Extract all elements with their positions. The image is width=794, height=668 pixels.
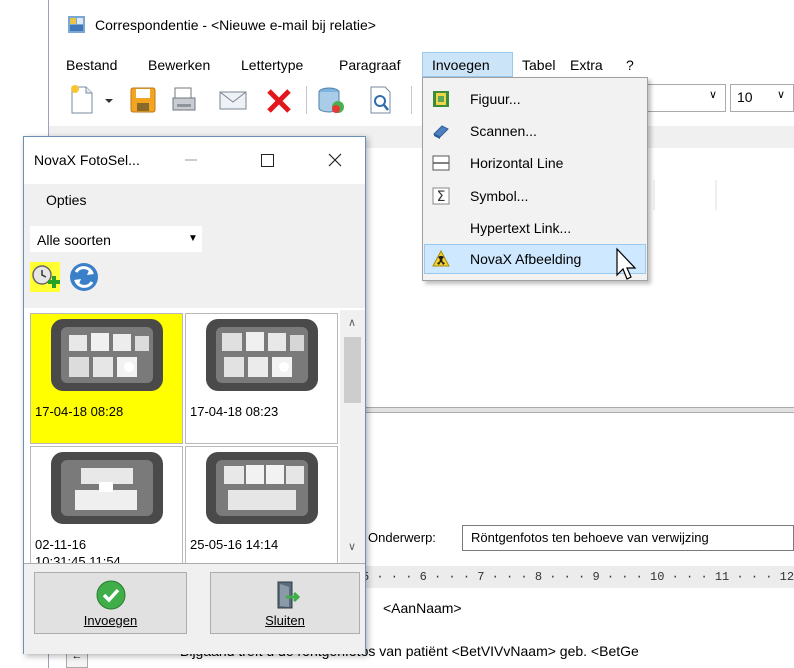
menu-item-novax-afbeelding[interactable]: NovaX Afbeelding <box>424 244 646 274</box>
toolbar-separator <box>306 86 307 114</box>
minimize-icon[interactable] <box>176 148 206 172</box>
checkmark-icon <box>95 579 127 611</box>
menu-item-label: Hypertext Link... <box>470 220 572 236</box>
menu-item-symbol[interactable]: Σ Symbol... <box>424 181 646 211</box>
database-icon[interactable] <box>316 84 346 116</box>
scrollbar-thumb[interactable] <box>344 337 361 403</box>
exit-door-icon <box>270 579 302 611</box>
menu-item-label: Scannen... <box>470 123 537 139</box>
chevron-down-icon: ∨ <box>708 89 717 101</box>
splitter[interactable] <box>360 407 794 413</box>
menu-item-hypertext-link[interactable]: Hypertext Link... <box>424 213 646 243</box>
menu-lettertype[interactable]: Lettertype <box>241 55 303 75</box>
thumbnail-date: 02-11-16 <box>35 537 87 552</box>
xray-image <box>206 319 318 391</box>
new-document-icon[interactable] <box>68 84 98 116</box>
menu-item-horizontal-line[interactable]: Horizontal Line <box>424 148 646 178</box>
maximize-icon[interactable] <box>253 148 283 172</box>
menu-help[interactable]: ? <box>626 55 634 75</box>
menu-bestand[interactable]: Bestand <box>66 55 117 75</box>
print-preview-icon[interactable] <box>366 84 396 116</box>
subject-input[interactable]: Röntgenfotos ten behoeve van verwijzing <box>462 525 794 551</box>
font-size-select[interactable]: 10 ∨ <box>730 84 794 112</box>
thumbnail-date: 25-05-16 14:14 <box>190 537 279 552</box>
email-icon[interactable] <box>218 84 248 116</box>
menu-item-label: Figuur... <box>470 91 521 107</box>
svg-text:Σ: Σ <box>437 189 446 205</box>
dropdown-arrow-icon[interactable]: ▼ <box>184 226 202 252</box>
scroll-up-icon[interactable]: ∧ <box>342 314 362 332</box>
thumbnail-item[interactable]: 02-11-16 10:31:45 11:54 <box>30 446 183 564</box>
chevron-down-icon: ∨ <box>776 89 785 101</box>
horizontal-line-icon <box>432 154 450 172</box>
menu-invoegen[interactable]: Invoegen <box>432 55 490 75</box>
close-icon[interactable] <box>320 148 350 172</box>
xray-image <box>51 319 163 391</box>
close-button-label: Sluiten <box>265 613 305 628</box>
filter-select[interactable]: Alle soorten <box>30 226 202 252</box>
add-image-icon[interactable] <box>28 258 62 296</box>
xray-image <box>51 452 163 524</box>
insert-button[interactable]: Invoegen <box>34 572 187 634</box>
save-icon[interactable] <box>128 84 158 116</box>
subject-label: Onderwerp: <box>368 530 436 545</box>
menu-item-figuur[interactable]: Figuur... <box>424 84 646 114</box>
thumbnail-item[interactable]: 17-04-18 08:28 <box>30 313 183 444</box>
close-button[interactable]: Sluiten <box>210 572 360 634</box>
scanner-icon <box>432 122 450 140</box>
thumbnail-item[interactable]: 25-05-16 14:14 <box>185 446 338 564</box>
app-icon <box>68 16 85 33</box>
delete-icon[interactable] <box>264 84 294 116</box>
window-title: Correspondentie - <Nieuwe e-mail bij rel… <box>95 17 376 33</box>
foto-selector-title: NovaX FotoSel... <box>34 152 140 168</box>
toolbar-separator <box>411 86 412 114</box>
thumbnail-date: 17-04-18 08:28 <box>35 404 124 419</box>
novax-radiation-icon <box>432 249 450 268</box>
thumbnail-item[interactable]: 17-04-18 08:23 <box>185 313 338 444</box>
font-size-value: 10 <box>737 89 753 105</box>
greeting-text[interactable]: <AanNaam> <box>383 600 462 616</box>
picture-icon <box>432 90 450 108</box>
print-icon[interactable] <box>170 84 200 116</box>
symbol-icon: Σ <box>432 187 450 205</box>
insert-button-label: Invoegen <box>83 613 138 628</box>
thumbnail-date: 17-04-18 08:23 <box>190 404 279 419</box>
mouse-pointer-icon <box>614 247 640 287</box>
menu-opties[interactable]: Opties <box>46 192 86 208</box>
menu-item-label: Symbol... <box>470 188 529 204</box>
menu-item-label: Horizontal Line <box>470 155 564 171</box>
refresh-icon[interactable] <box>66 258 102 296</box>
document-ruler: 5 · · · 6 · · · 7 · · · 8 · · · 9 · · · … <box>362 566 794 588</box>
menu-bewerken[interactable]: Bewerken <box>148 55 210 75</box>
menu-item-scannen[interactable]: Scannen... <box>424 116 646 146</box>
menu-item-label: NovaX Afbeelding <box>470 251 582 267</box>
scroll-down-icon[interactable]: ∨ <box>342 538 362 556</box>
menu-tabel[interactable]: Tabel <box>522 55 555 75</box>
menu-extra[interactable]: Extra <box>570 55 603 75</box>
menu-paragraaf[interactable]: Paragraaf <box>339 55 400 75</box>
chevron-down-icon[interactable] <box>100 84 118 116</box>
xray-image <box>206 452 318 524</box>
